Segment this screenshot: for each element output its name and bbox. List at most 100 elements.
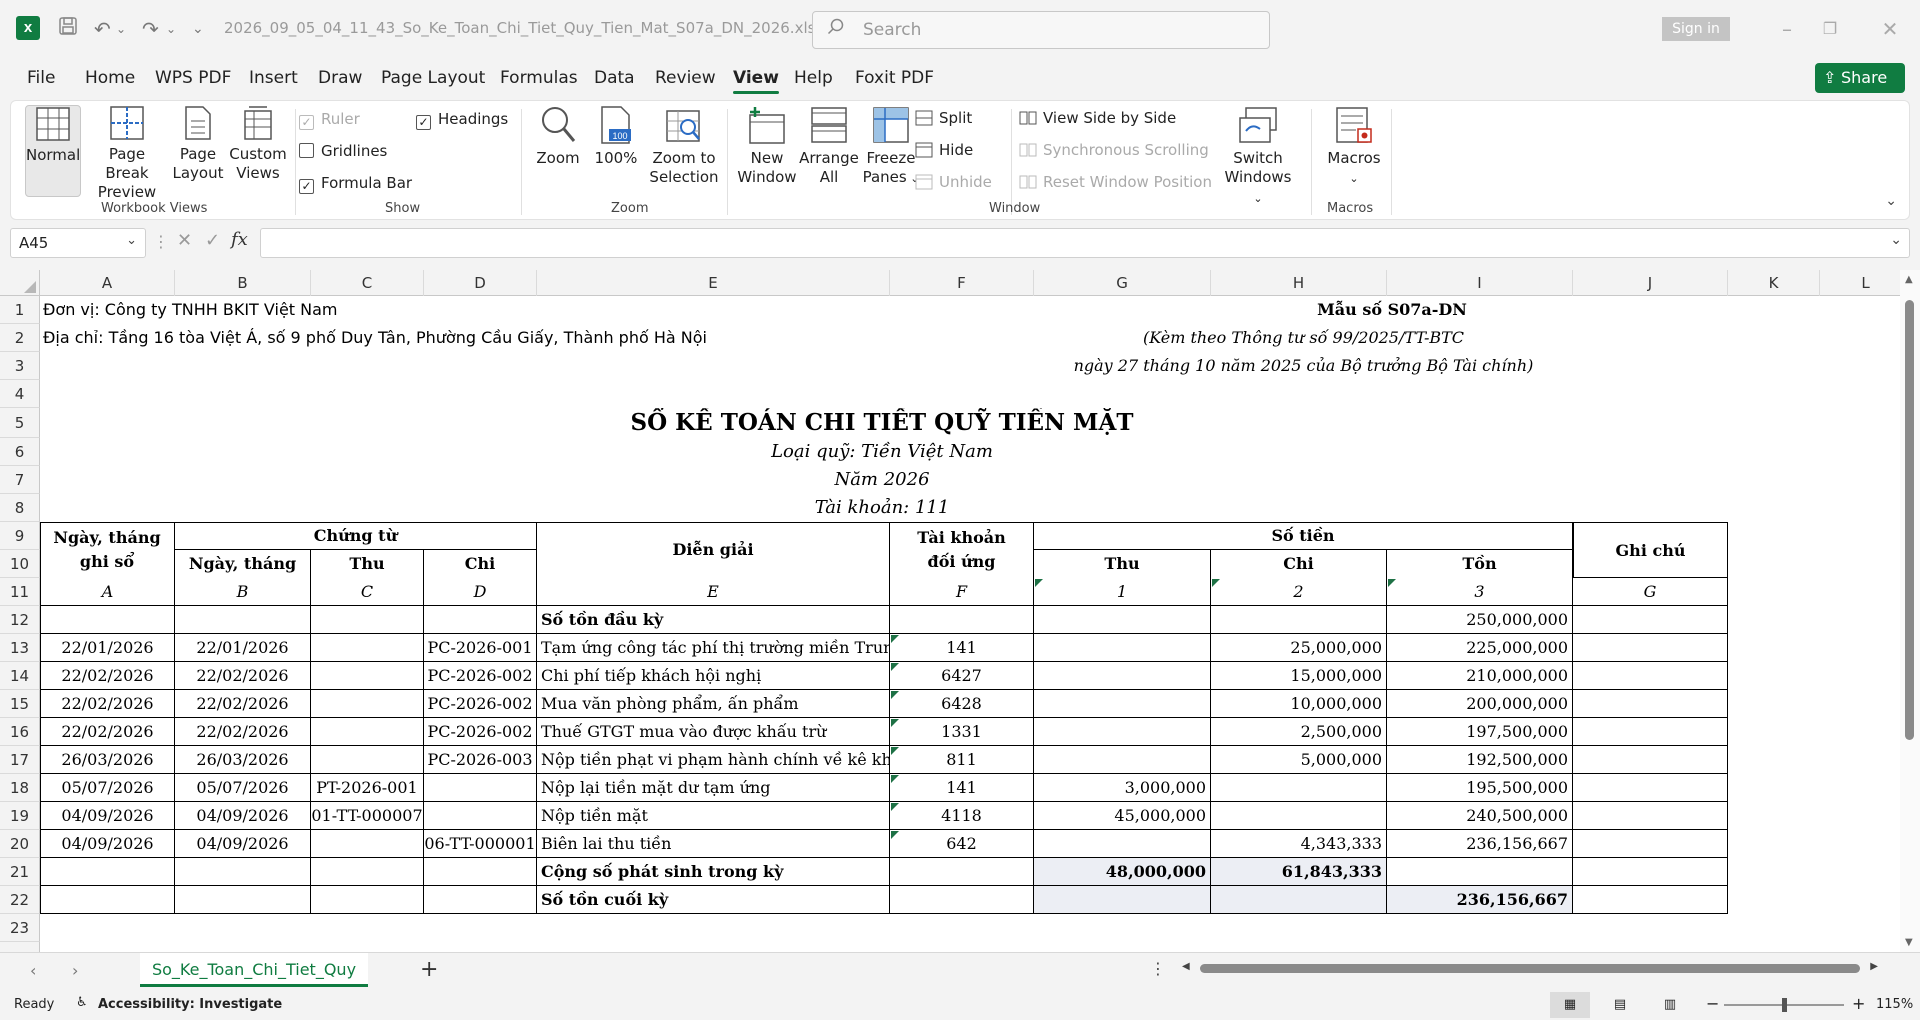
zoom-button[interactable]: Zoom: [533, 105, 583, 168]
column-header-a[interactable]: A: [40, 270, 175, 296]
entry-voucher-date[interactable]: 04/09/2026: [175, 802, 311, 830]
entry-voucher-date[interactable]: 26/03/2026: [175, 746, 311, 774]
view-side-by-side-button[interactable]: View Side by Side: [1019, 109, 1176, 127]
entry-note[interactable]: [1573, 802, 1728, 830]
entry-description[interactable]: Nộp tiền phạt vi phạm hành chính về kê k…: [537, 746, 890, 774]
entry-voucher-date[interactable]: 05/07/2026: [175, 774, 311, 802]
new-window-button[interactable]: New Window: [737, 105, 797, 187]
entry-date-recorded[interactable]: 22/02/2026: [40, 718, 175, 746]
confirm-entry-icon[interactable]: ✓: [205, 230, 220, 251]
entry-note[interactable]: [1573, 746, 1728, 774]
custom-views-button[interactable]: Custom Views: [227, 105, 289, 183]
ruler-checkbox[interactable]: ✓ Ruler: [299, 110, 360, 130]
menu-formulas[interactable]: Formulas: [500, 68, 578, 88]
header-amount-out[interactable]: Chi: [1211, 550, 1387, 578]
entry-description[interactable]: Mua văn phòng phẩm, ấn phẩm: [537, 690, 890, 718]
entry-payment-no[interactable]: PC-2026-003: [424, 746, 537, 774]
header-date-recorded[interactable]: Ngày, tháng ghi sổ: [40, 522, 175, 578]
entry-receipt-no[interactable]: PT-2026-001: [311, 774, 424, 802]
entry-counter-account[interactable]: 4118: [890, 802, 1034, 830]
menu-file[interactable]: File: [27, 68, 55, 88]
header-voucher[interactable]: Chứng từ: [175, 522, 537, 550]
entry-note[interactable]: [1573, 690, 1728, 718]
entry-date-recorded[interactable]: 26/03/2026: [40, 746, 175, 774]
add-sheet-button[interactable]: +: [420, 957, 438, 982]
entry-voucher-date[interactable]: 22/02/2026: [175, 662, 311, 690]
empty-cell[interactable]: [890, 886, 1034, 914]
menu-insert[interactable]: Insert: [249, 68, 298, 88]
entry-amount-in[interactable]: [1034, 690, 1211, 718]
sign-in-button[interactable]: Sign in: [1662, 17, 1730, 41]
entry-payment-no[interactable]: PC-2026-001: [424, 634, 537, 662]
entry-counter-account[interactable]: 811: [890, 746, 1034, 774]
menu-wps-pdf[interactable]: WPS PDF: [155, 68, 231, 88]
menu-help[interactable]: Help: [794, 68, 833, 88]
entry-voucher-date[interactable]: 04/09/2026: [175, 830, 311, 858]
column-code-cell[interactable]: C: [311, 578, 424, 606]
empty-cell[interactable]: [311, 858, 424, 886]
column-code-cell[interactable]: 1: [1034, 578, 1211, 606]
ledger-title[interactable]: SỔ KẾ TOÁN CHI TIẾT QUỸ TIỀN MẶT: [537, 408, 1227, 438]
save-icon[interactable]: [58, 14, 78, 44]
tab-options-icon[interactable]: ⋮: [1150, 959, 1166, 978]
entry-receipt-no[interactable]: 01-TT-000007: [311, 802, 424, 830]
page-layout-view-button[interactable]: Page Layout: [171, 105, 225, 183]
entry-payment-no[interactable]: PC-2026-002: [424, 662, 537, 690]
total-amount-out[interactable]: 61,843,333: [1211, 858, 1387, 886]
entry-date-recorded[interactable]: 05/07/2026: [40, 774, 175, 802]
entry-counter-account[interactable]: 141: [890, 774, 1034, 802]
select-all-corner[interactable]: [0, 270, 40, 296]
entry-description[interactable]: Nộp tiền mặt: [537, 802, 890, 830]
column-header-c[interactable]: C: [311, 270, 424, 296]
column-header-l[interactable]: L: [1820, 270, 1912, 296]
entry-description[interactable]: Nộp lại tiền mặt dư tạm ứng: [537, 774, 890, 802]
vertical-scrollbar[interactable]: ▲ ▼: [1900, 270, 1920, 952]
search-box[interactable]: Search: [812, 11, 1270, 49]
entry-voucher-date[interactable]: 22/02/2026: [175, 718, 311, 746]
opening-balance-label[interactable]: Số tồn đầu kỳ: [537, 606, 890, 634]
zoom-100-button[interactable]: 100 100%: [591, 105, 641, 168]
close-icon[interactable]: ✕: [1875, 14, 1905, 44]
formula-input[interactable]: [260, 228, 1910, 258]
entry-counter-account[interactable]: 1331: [890, 718, 1034, 746]
horizontal-scroll-thumb[interactable]: [1200, 964, 1860, 973]
empty-cell[interactable]: [40, 886, 175, 914]
sheet-tab-active[interactable]: So_Ke_Toan_Chi_Tiet_Quy: [140, 953, 368, 987]
entry-receipt-no[interactable]: [311, 718, 424, 746]
entry-amount-in[interactable]: [1034, 662, 1211, 690]
freeze-panes-button[interactable]: Freeze Panes ⌄: [861, 105, 921, 188]
menu-draw[interactable]: Draw: [318, 68, 362, 88]
entry-voucher-date[interactable]: 22/02/2026: [175, 690, 311, 718]
entry-date-recorded[interactable]: 04/09/2026: [40, 830, 175, 858]
switch-windows-button[interactable]: Switch Windows ⌄: [1219, 105, 1297, 208]
name-box[interactable]: A45 ⌄: [10, 228, 146, 258]
entry-balance[interactable]: 192,500,000: [1387, 746, 1573, 774]
entry-note[interactable]: [1573, 718, 1728, 746]
entry-amount-in[interactable]: 45,000,000: [1034, 802, 1211, 830]
entry-amount-out[interactable]: 5,000,000: [1211, 746, 1387, 774]
empty-cell[interactable]: [311, 606, 424, 634]
entry-payment-no[interactable]: PC-2026-002: [424, 690, 537, 718]
header-voucher-date[interactable]: Ngày, tháng: [175, 550, 311, 578]
entry-balance[interactable]: 200,000,000: [1387, 690, 1573, 718]
empty-cell[interactable]: [40, 606, 175, 634]
header-counter-account[interactable]: Tài khoản đối ứng: [890, 522, 1034, 578]
quick-access-more-icon[interactable]: ⌄: [192, 14, 204, 44]
ledger-account[interactable]: Tài khoản: 111: [537, 494, 1227, 522]
entry-balance[interactable]: 210,000,000: [1387, 662, 1573, 690]
collapse-ribbon-icon[interactable]: ⌄: [1885, 193, 1897, 209]
entry-voucher-date[interactable]: 22/01/2026: [175, 634, 311, 662]
empty-cell[interactable]: [1573, 858, 1728, 886]
closing-balance-label[interactable]: Số tồn cuối kỳ: [537, 886, 890, 914]
empty-cell[interactable]: [1387, 858, 1573, 886]
column-header-i[interactable]: I: [1387, 270, 1573, 296]
entry-note[interactable]: [1573, 774, 1728, 802]
name-box-dropdown-icon[interactable]: ⌄: [126, 233, 137, 248]
entry-date-recorded[interactable]: 22/01/2026: [40, 634, 175, 662]
fund-type[interactable]: Loại quỹ: Tiền Việt Nam: [537, 438, 1227, 466]
minimize-icon[interactable]: –: [1772, 14, 1802, 44]
entry-description[interactable]: Tạm ứng công tác phí thị trường miền Tru…: [537, 634, 890, 662]
unhide-button[interactable]: Unhide: [915, 173, 992, 191]
entry-date-recorded[interactable]: 22/02/2026: [40, 690, 175, 718]
empty-cell[interactable]: [424, 858, 537, 886]
